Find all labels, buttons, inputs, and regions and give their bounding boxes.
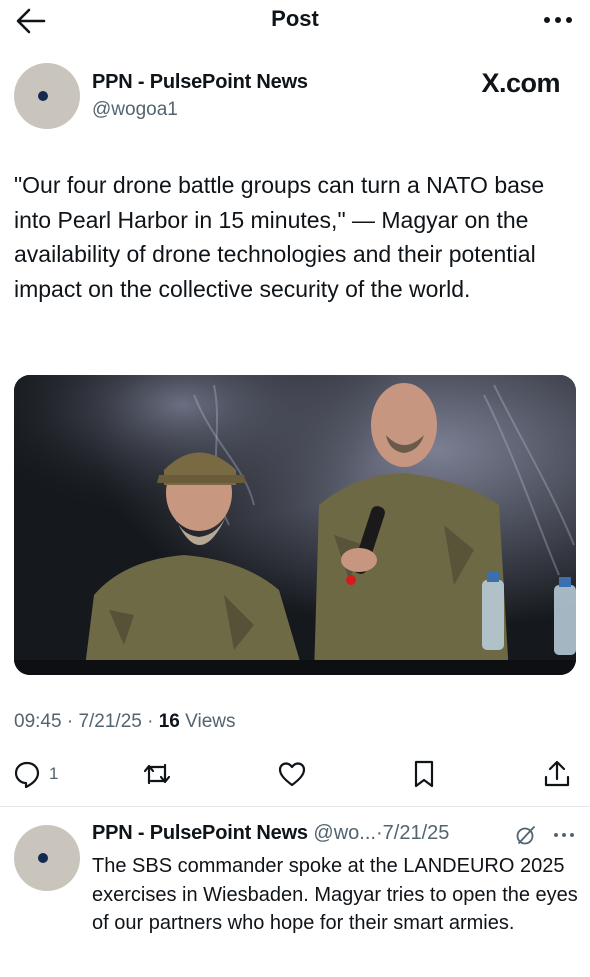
author-block: PPN - PulsePoint News @wogoa1 (92, 71, 308, 121)
reply-separator: · (375, 822, 383, 844)
divider (0, 806, 590, 807)
meta-separator: · (147, 711, 154, 732)
repost-button[interactable] (141, 758, 173, 790)
post-meta: 09:45 · 7/21/25 · 16 Views (14, 711, 236, 733)
reply-handle[interactable]: @wo... (313, 822, 376, 844)
more-options-button[interactable] (540, 6, 576, 34)
more-horizontal-icon[interactable] (552, 829, 576, 841)
reply-icon (14, 761, 40, 789)
reply-author-name[interactable]: PPN - PulsePoint News (92, 822, 308, 844)
avatar-dot (38, 853, 48, 863)
post-image[interactable] (14, 375, 576, 675)
grok-icon[interactable] (514, 823, 538, 847)
meta-separator: · (66, 711, 74, 732)
reply-text: The SBS commander spoke at the LANDEURO … (92, 855, 578, 934)
views-count: 16 (158, 711, 180, 732)
avatar[interactable] (14, 63, 80, 129)
post-photo-illustration (14, 375, 576, 675)
avatar-dot (38, 91, 48, 101)
top-bar: Post (0, 0, 590, 44)
reply-icons (514, 823, 576, 847)
reply-header: PPN - PulsePoint News @wo...·7/21/25 (92, 822, 582, 845)
author-name[interactable]: PPN - PulsePoint News (92, 71, 308, 94)
like-icon (278, 762, 306, 787)
reply-button[interactable]: 1 (12, 758, 58, 790)
post-time: 09:45 (14, 711, 62, 732)
author-handle[interactable]: @wogoa1 (92, 99, 308, 121)
views-label: Views (185, 711, 236, 732)
bookmark-button[interactable] (410, 758, 438, 790)
reply-avatar[interactable] (14, 825, 80, 891)
reply-count: 1 (49, 764, 59, 783)
share-button[interactable] (542, 758, 572, 790)
share-icon (544, 760, 570, 787)
more-horizontal-icon (544, 17, 572, 23)
x-com-watermark: X.com (481, 68, 560, 98)
post-text: "Our four drone battle groups can turn a… (14, 172, 545, 302)
post-date: 7/21/25 (78, 711, 142, 732)
like-button[interactable] (276, 758, 308, 790)
page-title: Post (271, 6, 319, 31)
action-bar: 1 (0, 752, 590, 796)
reply-date: 7/21/25 (382, 822, 450, 844)
repost-icon (143, 763, 171, 785)
bookmark-icon (414, 760, 434, 788)
